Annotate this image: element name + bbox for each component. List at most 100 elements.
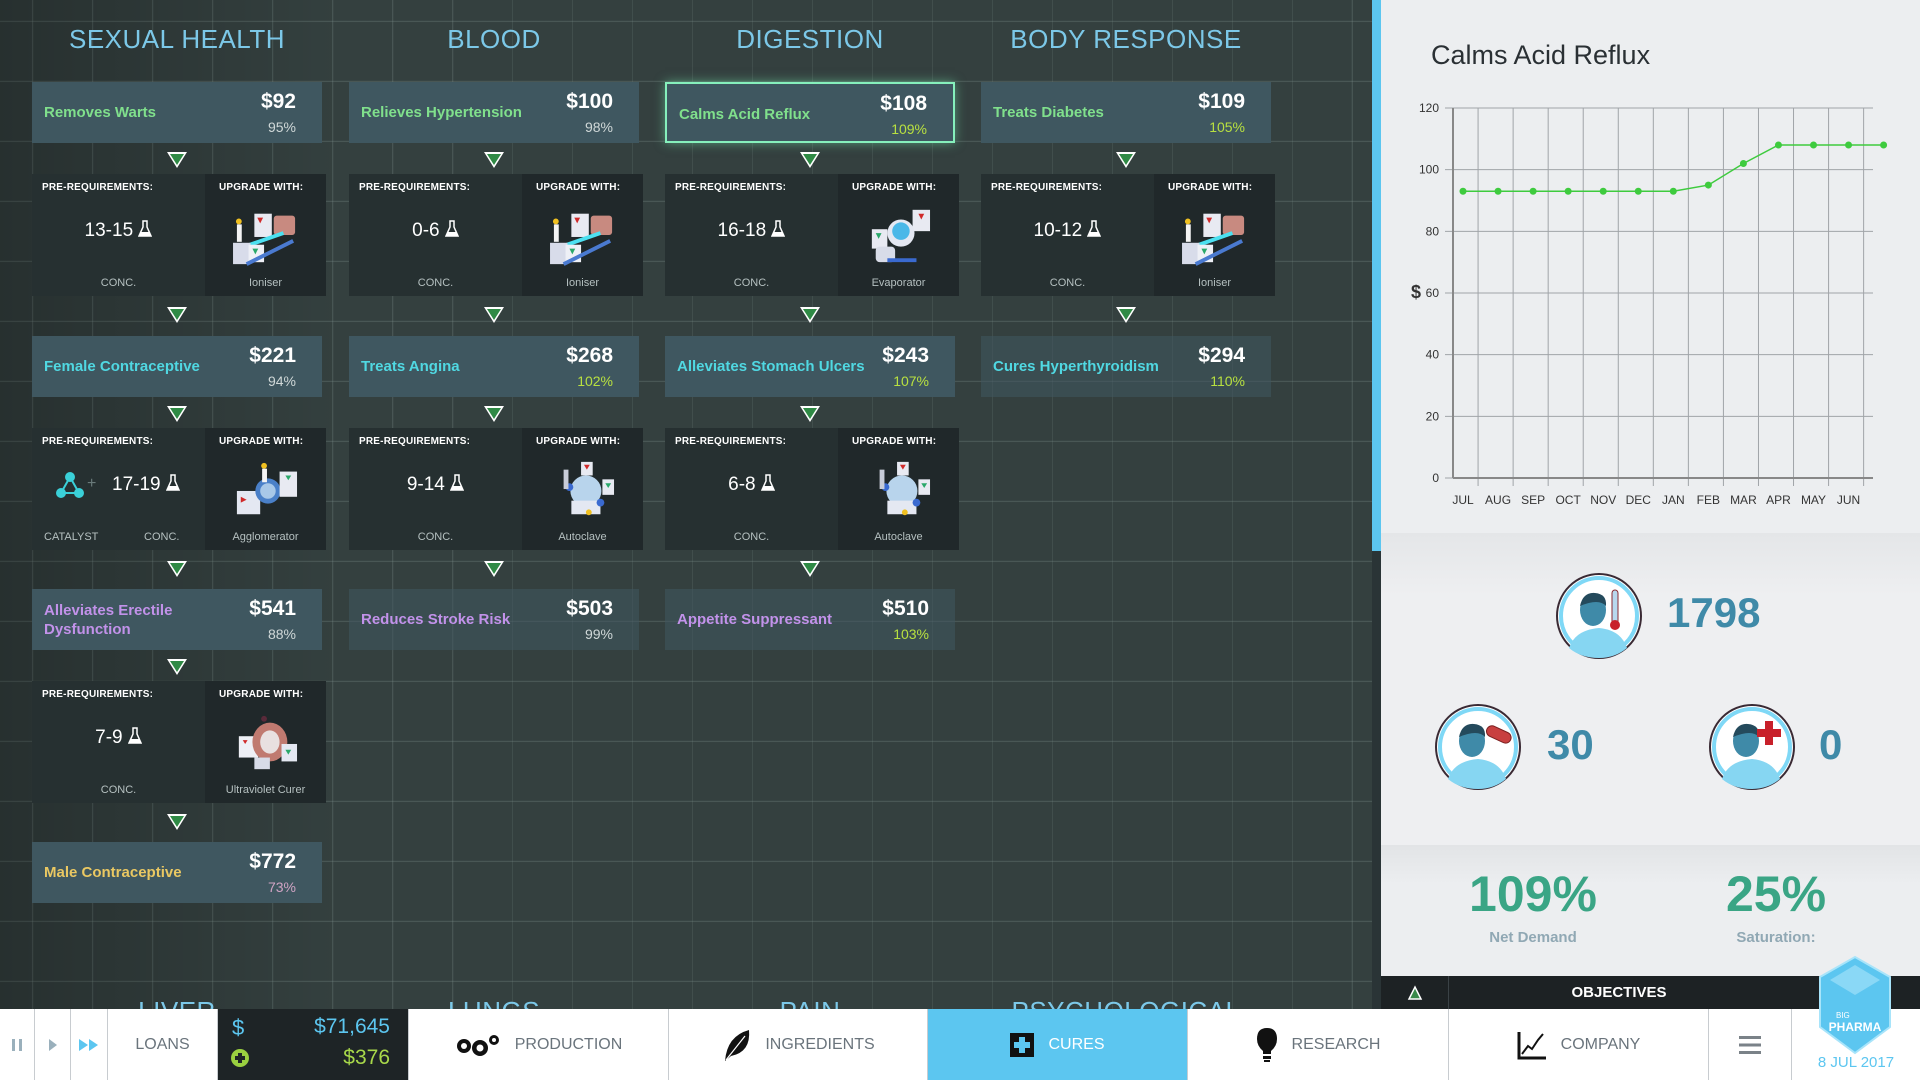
scrollbar-track[interactable] bbox=[1372, 551, 1381, 1009]
cure-card[interactable]: Treats Angina $268 102% bbox=[349, 336, 639, 397]
concentration-range: 0-6 bbox=[349, 220, 522, 242]
cure-card[interactable]: Calms Acid Reflux $108 109% bbox=[665, 82, 955, 143]
cure-demand: 107% bbox=[893, 373, 929, 389]
cure-name: Alleviates Stomach Ulcers bbox=[677, 358, 865, 375]
cure-name: Female Contraceptive bbox=[44, 358, 200, 375]
upgrade-box: UPGRADE WITH: Evaporator PRE-REQUIREMENT… bbox=[665, 174, 959, 296]
cure-detail-panel: Calms Acid Reflux 0 20 40 60 80 100 120 JUL AUG S… bbox=[1381, 0, 1920, 1009]
prereq-label: PRE-REQUIREMENTS: bbox=[42, 689, 154, 700]
prereq-label: PRE-REQUIREMENTS: bbox=[359, 436, 471, 447]
cure-card[interactable]: Alleviates Erectile Dysfunction $541 88% bbox=[32, 589, 322, 650]
concentration-value: 13-15 bbox=[84, 220, 134, 241]
cure-price: $108 bbox=[880, 92, 927, 115]
cure-name: Treats Diabetes bbox=[993, 104, 1104, 121]
x-tick-label: JUL bbox=[1452, 493, 1474, 507]
upgrade-with-label: UPGRADE WITH: bbox=[852, 436, 937, 447]
category-header: BODY RESPONSE bbox=[1010, 24, 1242, 54]
concentration-value: 7-9 bbox=[95, 727, 123, 748]
cure-card[interactable]: Female Contraceptive $221 94% bbox=[32, 336, 322, 397]
fast-forward-button[interactable] bbox=[71, 1009, 108, 1080]
objectives-expand-button[interactable] bbox=[1381, 976, 1449, 1009]
upgrade-with-label: UPGRADE WITH: bbox=[536, 182, 621, 193]
x-tick-label: DEC bbox=[1626, 493, 1652, 507]
cure-price: $100 bbox=[566, 90, 613, 113]
cure-card[interactable]: Treats Diabetes $109 105% bbox=[981, 82, 1271, 143]
cures-tab[interactable]: CURES bbox=[928, 1009, 1188, 1080]
concentration-value: 16-18 bbox=[717, 220, 767, 241]
machine-name: Ultraviolet Curer bbox=[225, 784, 306, 796]
arrow-down-icon bbox=[800, 152, 820, 168]
prereq-label: PRE-REQUIREMENTS: bbox=[42, 182, 154, 193]
concentration-value: 6-8 bbox=[728, 474, 756, 495]
x-tick-label: SEP bbox=[1521, 493, 1545, 507]
price-point bbox=[1599, 187, 1607, 195]
production-tab[interactable]: PRODUCTION bbox=[409, 1009, 669, 1080]
conc-label: CONC. bbox=[144, 531, 180, 543]
cure-demand: 109% bbox=[891, 121, 927, 137]
pause-button[interactable] bbox=[0, 1009, 35, 1080]
price-line bbox=[1463, 144, 1884, 192]
arrow-down-icon bbox=[800, 561, 820, 577]
arrow-down-icon bbox=[484, 561, 504, 577]
saturation-value: 25% bbox=[1725, 866, 1827, 922]
cure-card[interactable]: Reduces Stroke Risk $503 99% bbox=[349, 589, 639, 650]
cure-demand: 95% bbox=[267, 119, 296, 135]
price-point bbox=[1529, 187, 1537, 195]
upgrade-box: UPGRADE WITH: Ioniser PRE-REQUIREMENTS: … bbox=[32, 174, 326, 296]
line-chart-icon bbox=[1517, 1031, 1546, 1059]
machine-icon bbox=[1182, 213, 1245, 266]
cure-price: $268 bbox=[566, 344, 613, 367]
cure-price: $772 bbox=[249, 850, 296, 873]
cure-name: Male Contraceptive bbox=[44, 864, 182, 881]
conc-label: CONC. bbox=[733, 531, 770, 543]
cure-card[interactable]: Appetite Suppressant $510 103% bbox=[665, 589, 955, 650]
play-button[interactable] bbox=[35, 1009, 71, 1080]
research-tab[interactable]: RESEARCH bbox=[1188, 1009, 1449, 1080]
cure-name: Alleviates Erectile Dysfunction bbox=[44, 601, 173, 638]
flask-icon bbox=[444, 220, 460, 237]
cure-tree-area: SEXUAL HEALTH Removes Warts $92 95% UPGR… bbox=[0, 0, 1372, 1080]
lightbulb-icon bbox=[1256, 1027, 1277, 1062]
objectives-label[interactable]: OBJECTIVES bbox=[1449, 976, 1789, 1009]
arrow-down-icon bbox=[167, 814, 187, 830]
machine-name: Agglomerator bbox=[232, 531, 299, 543]
price-point bbox=[1704, 181, 1712, 189]
company-label: COMPANY bbox=[1560, 1035, 1641, 1053]
machine-icon bbox=[550, 213, 613, 266]
treated-patient-icon bbox=[1435, 704, 1521, 790]
plus-icon: + bbox=[87, 475, 97, 492]
upgrade-machine-panel: UPGRADE WITH: Evaporator bbox=[838, 174, 959, 296]
category-header: SEXUAL HEALTH bbox=[68, 24, 285, 54]
company-tab[interactable]: COMPANY bbox=[1449, 1009, 1709, 1080]
svg-text:BIG: BIG bbox=[1836, 1011, 1850, 1020]
upgrade-with-label: UPGRADE WITH: bbox=[1168, 182, 1253, 193]
cure-card[interactable]: Alleviates Stomach Ulcers $243 107% bbox=[665, 336, 955, 397]
cure-name: Relieves Hypertension bbox=[361, 104, 522, 121]
cure-demand: 73% bbox=[267, 879, 296, 895]
category-header: DIGESTION bbox=[736, 24, 884, 54]
cure-card[interactable]: Male Contraceptive $772 73% bbox=[32, 842, 322, 903]
arrow-down-icon bbox=[167, 561, 187, 577]
cure-card[interactable]: Relieves Hypertension $100 98% bbox=[349, 82, 639, 143]
price-point bbox=[1669, 187, 1677, 195]
cure-demand: 94% bbox=[267, 373, 296, 389]
pause-icon bbox=[12, 1038, 22, 1051]
cure-price: $541 bbox=[249, 597, 296, 620]
concentration-range: 6-8 bbox=[665, 474, 838, 496]
conc-label: CONC. bbox=[417, 277, 454, 289]
ingredients-tab[interactable]: INGREDIENTS bbox=[669, 1009, 928, 1080]
machine-name: Ioniser bbox=[1197, 277, 1232, 289]
y-axis-label: $ bbox=[1411, 282, 1421, 302]
cure-name: Cures Hyperthyroidism bbox=[993, 358, 1159, 375]
loans-button[interactable]: LOANS bbox=[108, 1009, 218, 1080]
menu-button[interactable] bbox=[1709, 1009, 1792, 1080]
y-tick-label: 80 bbox=[1426, 224, 1440, 238]
conc-label: CONC. bbox=[417, 531, 454, 543]
upgrade-machine-panel: UPGRADE WITH: Ioniser bbox=[1154, 174, 1275, 296]
scrollbar-thumb[interactable] bbox=[1372, 0, 1381, 551]
arrow-down-icon bbox=[800, 406, 820, 422]
cure-card[interactable]: Removes Warts $92 95% bbox=[32, 82, 322, 143]
cure-card[interactable]: Cures Hyperthyroidism $294 110% bbox=[981, 336, 1271, 397]
machine-name: Evaporator bbox=[871, 277, 926, 289]
x-tick-label: OCT bbox=[1555, 493, 1581, 507]
